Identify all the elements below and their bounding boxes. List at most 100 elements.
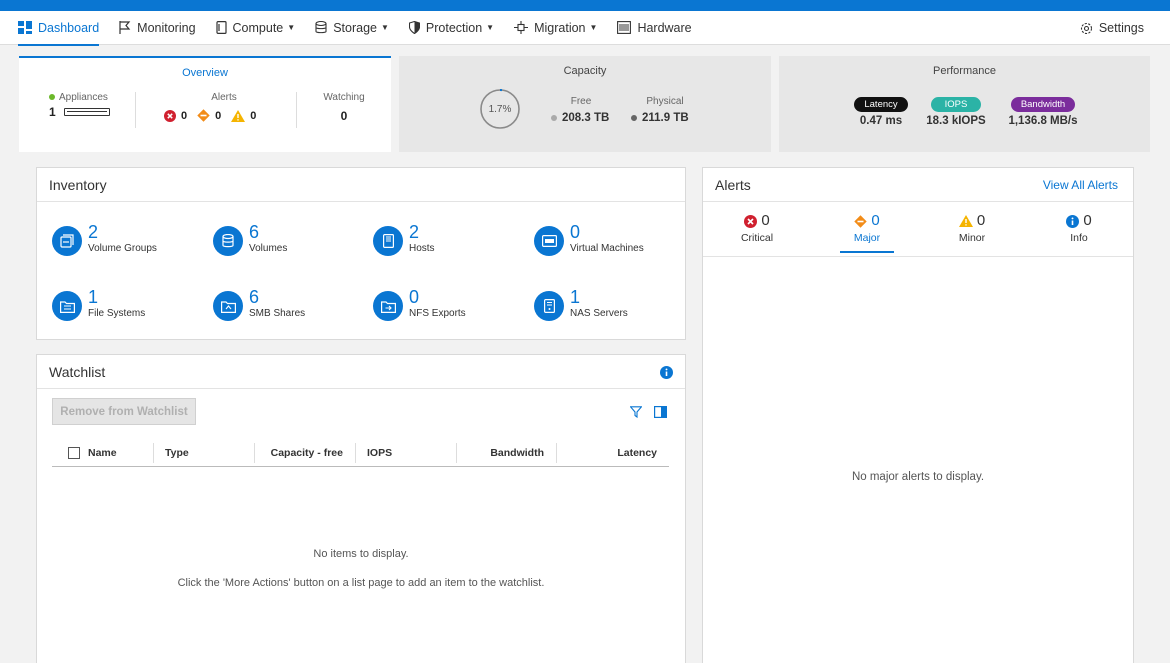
- overview-title: Overview: [182, 67, 228, 79]
- top-accent-bar: [0, 0, 1170, 11]
- capacity-physical-label: Physical: [646, 96, 684, 107]
- watchlist-title: Watchlist: [49, 363, 106, 380]
- column-header-capacity-free[interactable]: Capacity - free: [254, 439, 355, 467]
- major-icon: [197, 109, 210, 122]
- database-icon: [315, 21, 327, 34]
- info-icon[interactable]: [660, 366, 673, 379]
- chevron-down-icon: ▼: [589, 23, 598, 32]
- nav-protection[interactable]: Protection ▼: [408, 11, 494, 45]
- inventory-virtual-machines[interactable]: 0 Virtual Machines: [534, 222, 644, 256]
- view-all-alerts-link[interactable]: View All Alerts: [1043, 178, 1118, 192]
- inventory-label: Hosts: [409, 243, 435, 254]
- nav-compute-label: Compute: [232, 20, 284, 35]
- column-header-latency[interactable]: Latency: [556, 439, 669, 467]
- chevron-down-icon: ▼: [287, 23, 296, 32]
- nav-dashboard[interactable]: Dashboard: [18, 11, 100, 46]
- inventory-label: Virtual Machines: [570, 243, 644, 254]
- inventory-label: File Systems: [88, 308, 146, 319]
- inventory-smb-shares[interactable]: 6 SMB Shares: [213, 287, 305, 321]
- inventory-count: 6: [249, 222, 260, 242]
- divider: [135, 92, 136, 128]
- nav-migration-label: Migration: [534, 20, 586, 35]
- migration-icon: [514, 21, 529, 34]
- nfs-export-icon: [373, 291, 403, 321]
- main-nav: Dashboard Monitoring Compute ▼ Storage ▼…: [0, 11, 1170, 46]
- inventory-volumes[interactable]: 6 Volumes: [213, 222, 287, 256]
- inventory-panel: Inventory 2 Volume Groups 6 Volumes 2 Hosts…: [36, 167, 686, 340]
- watching-count: 0: [340, 109, 348, 123]
- flag-icon: [119, 21, 131, 34]
- minor-icon: [231, 109, 246, 122]
- bandwidth-value: 1,136.8 MB/s: [1008, 115, 1078, 127]
- appliances-count: 1: [49, 105, 56, 119]
- alerts-tab-info[interactable]: 0 Info: [1049, 212, 1109, 244]
- iops-badge: IOPS: [930, 97, 982, 112]
- column-header-name[interactable]: Name: [52, 439, 153, 467]
- chevron-down-icon: ▼: [380, 23, 389, 32]
- inventory-file-systems[interactable]: 1 File Systems: [52, 287, 145, 321]
- inventory-count: 0: [409, 287, 420, 307]
- inventory-count: 1: [88, 287, 99, 307]
- filter-icon[interactable]: [630, 406, 642, 418]
- capacity-free-value: 208.3 TB: [562, 112, 610, 124]
- alerts-title: Alerts: [715, 176, 751, 193]
- remove-from-watchlist-button[interactable]: Remove from Watchlist: [52, 398, 196, 425]
- dashboard-icon: [18, 21, 32, 34]
- latency-badge: Latency: [854, 97, 908, 112]
- inventory-label: Volumes: [249, 243, 288, 254]
- alerts-tab-critical[interactable]: 0 Critical: [727, 212, 787, 244]
- column-header-type[interactable]: Type: [153, 439, 254, 467]
- alerts-panel: Alerts View All Alerts 0 Critical 0 Majo…: [702, 167, 1134, 663]
- watching-summary[interactable]: Watching 0: [309, 92, 379, 132]
- nav-monitoring[interactable]: Monitoring: [119, 11, 196, 45]
- nav-protection-label: Protection: [425, 20, 483, 35]
- watchlist-empty-title: No items to display.: [313, 548, 409, 560]
- inventory-count: 1: [570, 287, 581, 307]
- appliances-summary[interactable]: Appliances 1: [49, 92, 110, 132]
- nav-settings-label: Settings: [1098, 21, 1144, 35]
- inventory-volume-groups[interactable]: 2 Volume Groups: [52, 222, 157, 256]
- column-header-bandwidth[interactable]: Bandwidth: [456, 439, 556, 467]
- nav-migration[interactable]: Migration ▼: [514, 11, 597, 45]
- inventory-count: 6: [249, 287, 260, 307]
- alerts-empty-message: No major alerts to display.: [851, 471, 985, 483]
- tab-overview[interactable]: Overview Appliances 1 Alerts 0 0 0 Watch…: [19, 56, 391, 152]
- inventory-hosts[interactable]: 2 Hosts: [373, 222, 435, 256]
- nav-hardware-label: Hardware: [637, 20, 692, 35]
- critical-alert-count: 0: [164, 109, 187, 122]
- capacity-percent: 1.7%: [488, 103, 512, 115]
- nav-compute[interactable]: Compute ▼: [215, 11, 296, 45]
- critical-icon: [744, 214, 758, 228]
- tab-capacity[interactable]: Capacity 1.7% Free 208.3 TB Physical 211…: [399, 56, 771, 152]
- inventory-title: Inventory: [37, 168, 685, 202]
- inventory-label: Volume Groups: [88, 243, 157, 254]
- volume-group-icon: [52, 226, 82, 256]
- minor-icon: [958, 215, 973, 227]
- host-icon: [373, 226, 403, 256]
- server-icon: [215, 21, 227, 34]
- nav-hardware[interactable]: Hardware: [617, 11, 692, 45]
- nav-dashboard-label: Dashboard: [38, 20, 100, 35]
- alerts-summary[interactable]: Alerts 0 0 0: [164, 92, 284, 132]
- appliance-icon: [63, 108, 110, 116]
- capacity-title: Capacity: [563, 65, 607, 77]
- appliances-label: Appliances: [59, 92, 108, 103]
- watchlist-table-header: Name Type Capacity - free IOPS Bandwidth…: [52, 439, 669, 467]
- column-toggle-icon[interactable]: [654, 406, 667, 418]
- select-all-checkbox[interactable]: [68, 446, 80, 459]
- inventory-nfs-exports[interactable]: 0 NFS Exports: [373, 287, 466, 321]
- alerts-tab-major[interactable]: 0 Major: [837, 212, 897, 253]
- major-icon: [854, 214, 868, 228]
- shield-icon: [408, 21, 420, 34]
- nav-settings[interactable]: Settings: [1080, 11, 1144, 45]
- nav-storage[interactable]: Storage ▼: [315, 11, 389, 45]
- latency-value: 0.47 ms: [859, 115, 903, 127]
- alerts-tab-minor[interactable]: 0 Minor: [942, 212, 1002, 244]
- tab-performance[interactable]: Performance Latency 0.47 ms IOPS 18.3 kI…: [779, 56, 1150, 152]
- iops-stat: IOPS 18.3 kIOPS: [921, 96, 991, 127]
- inventory-nas-servers[interactable]: 1 NAS Servers: [534, 287, 628, 321]
- nav-storage-label: Storage: [333, 20, 377, 35]
- column-header-iops[interactable]: IOPS: [355, 439, 456, 467]
- status-dot-icon: [49, 94, 55, 100]
- latency-stat: Latency 0.47 ms: [851, 96, 911, 127]
